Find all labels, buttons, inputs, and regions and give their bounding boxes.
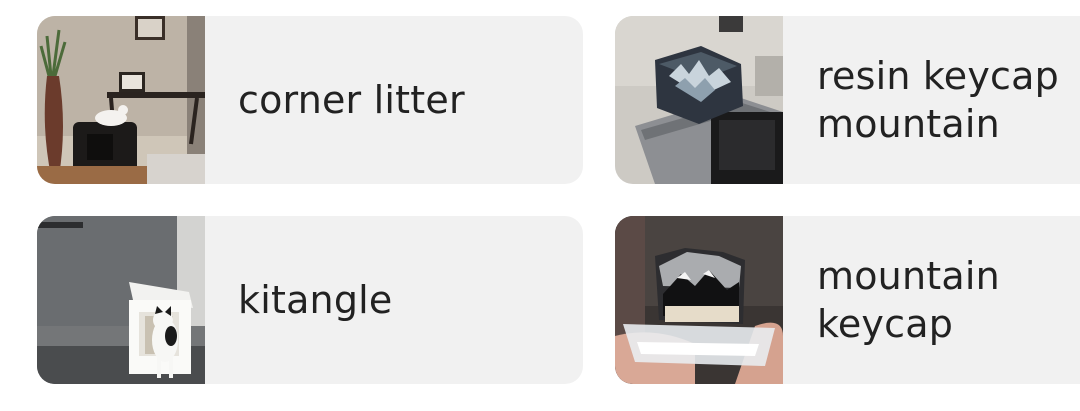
suggestion-card-mountain-keycap[interactable]: mountain keycap (615, 216, 1080, 384)
kitangle-image (37, 216, 205, 384)
corner-litter-thumbnail (37, 16, 205, 184)
suggestion-card-corner-litter[interactable]: corner litter (37, 16, 583, 184)
mountain-keycap-image (615, 216, 783, 384)
resin-keycap-thumbnail (615, 16, 783, 184)
suggestion-label: corner litter (238, 78, 465, 122)
mountain-keycap-thumbnail (615, 216, 783, 384)
resin-keycap-image (615, 16, 783, 184)
suggestion-label: resin keycap mountain (817, 54, 1059, 146)
kitangle-thumbnail (37, 216, 205, 384)
search-suggestions-grid: corner litter resin keycap mountain kita… (0, 0, 1080, 411)
suggestion-label: mountain keycap (817, 254, 1000, 346)
suggestion-card-kitangle[interactable]: kitangle (37, 216, 583, 384)
suggestion-card-resin-keycap-mountain[interactable]: resin keycap mountain (615, 16, 1080, 184)
corner-litter-image (37, 16, 205, 184)
suggestion-label: kitangle (238, 278, 393, 322)
